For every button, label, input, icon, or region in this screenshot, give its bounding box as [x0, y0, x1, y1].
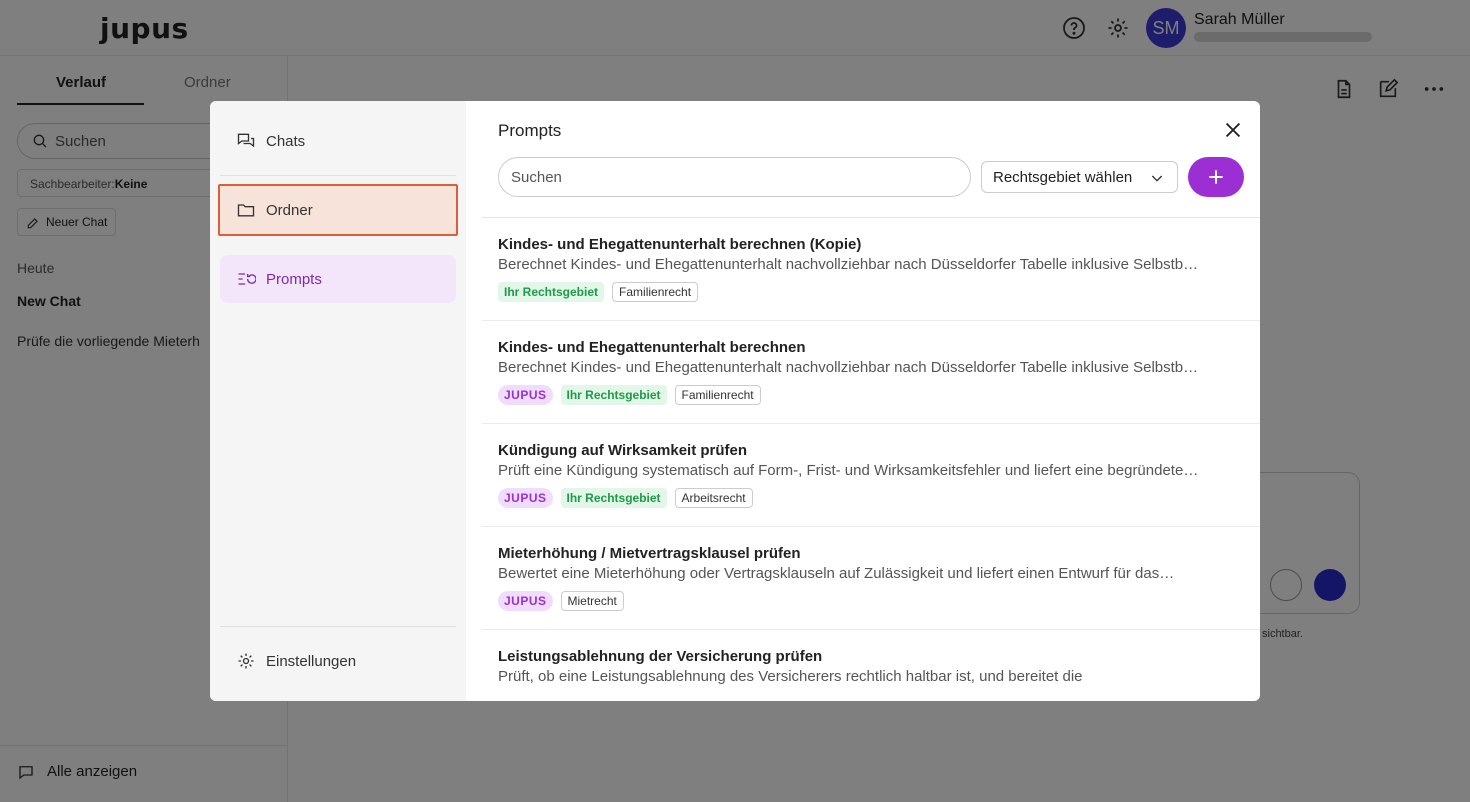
nav-item-folder[interactable]: Ordner: [218, 184, 458, 236]
prompts-icon: [238, 273, 256, 285]
prompt-title: Kindes- und Ehegattenunterhalt berechnen: [498, 339, 806, 356]
nav-item-prompts[interactable]: Prompts: [220, 255, 456, 303]
prompt-description: Berechnet Kindes- und Ehegattenunterhalt…: [498, 359, 1204, 376]
modal-nav: Chats Ordner Prompts Einstellungen: [210, 101, 466, 701]
nav-item-settings[interactable]: Einstellungen: [220, 637, 456, 685]
prompts-modal: Chats Ordner Prompts Einstellungen Promp…: [210, 101, 1260, 701]
legal-area-badge: Ihr Rechtsgebiet: [560, 385, 667, 405]
prompt-tags: JUPUS Mietrecht: [498, 591, 1244, 611]
add-prompt-button[interactable]: [1188, 157, 1244, 197]
nav-item-label: Ordner: [266, 201, 313, 219]
jupus-badge: JUPUS: [498, 488, 553, 508]
prompt-description: Bewertet eine Mieterhöhung oder Vertrags…: [498, 565, 1175, 582]
chats-icon: [237, 133, 255, 148]
nav-divider: [220, 175, 456, 176]
nav-footer-divider: [220, 626, 456, 627]
prompt-title: Kündigung auf Wirksamkeit prüfen: [498, 442, 748, 459]
prompt-item[interactable]: Leistungsablehnung der Versicherung prüf…: [482, 630, 1260, 701]
nav-item-chats[interactable]: Chats: [220, 117, 456, 165]
prompt-item[interactable]: Kündigung auf Wirksamkeit prüfen Prüft ei…: [482, 424, 1260, 527]
prompt-title: Mieterhöhung / Mietvertragsklausel prüfe…: [498, 545, 801, 562]
prompt-item[interactable]: Mieterhöhung / Mietvertragsklausel prüfe…: [482, 527, 1260, 630]
category-badge: Mietrecht: [560, 591, 624, 611]
legal-area-select[interactable]: Rechtsgebiet wählen: [981, 161, 1178, 193]
prompt-title: Leistungsablehnung der Versicherung prüf…: [498, 648, 823, 665]
prompt-description: Berechnet Kindes- und Ehegattenunterhalt…: [498, 256, 1204, 273]
prompt-tags: Ihr Rechtsgebiet Familienrecht: [498, 282, 1244, 302]
prompt-description: Prüft, ob eine Leistungsablehnung des Ve…: [498, 668, 1083, 685]
prompt-list: Kindes- und Ehegattenunterhalt berechnen…: [482, 218, 1260, 701]
close-icon[interactable]: [1222, 119, 1244, 141]
prompt-item[interactable]: Kindes- und Ehegattenunterhalt berechnen…: [482, 321, 1260, 424]
category-badge: Familienrecht: [612, 282, 699, 302]
folder-icon: [237, 204, 255, 217]
prompts-panel: Prompts Rechtsgebiet wählen Kindes- und …: [466, 101, 1260, 701]
prompt-title: Kindes- und Ehegattenunterhalt berechnen…: [498, 236, 862, 253]
legal-area-select-label: Rechtsgebiet wählen: [993, 168, 1133, 186]
nav-item-label: Prompts: [266, 270, 322, 288]
jupus-badge: JUPUS: [498, 385, 553, 405]
nav-item-label: Einstellungen: [266, 652, 357, 670]
nav-item-label: Chats: [266, 132, 306, 150]
legal-area-badge: Ihr Rechtsgebiet: [560, 488, 667, 508]
legal-area-badge: Ihr Rechtsgebiet: [498, 282, 605, 302]
gear-icon: [238, 653, 254, 669]
prompt-description: Prüft eine Kündigung systematisch auf Fo…: [498, 462, 1199, 479]
chevron-down-icon: [1151, 175, 1163, 182]
prompt-search-input[interactable]: [498, 157, 971, 197]
prompt-tags: JUPUS Ihr Rechtsgebiet Arbeitsrecht: [498, 488, 1244, 508]
plus-icon: [1209, 170, 1223, 184]
prompt-item[interactable]: Kindes- und Ehegattenunterhalt berechnen…: [482, 218, 1260, 321]
category-badge: Arbeitsrecht: [674, 488, 753, 508]
page-title: Prompts: [498, 121, 562, 140]
jupus-badge: JUPUS: [498, 591, 553, 611]
prompt-tags: JUPUS Ihr Rechtsgebiet Familienrecht: [498, 385, 1244, 405]
category-badge: Familienrecht: [674, 385, 761, 405]
